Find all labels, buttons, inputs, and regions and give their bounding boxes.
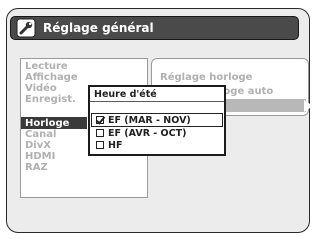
- arrow-right-icon: [304, 100, 313, 112]
- submenu-item-horloge-auto[interactable]: loge auto: [220, 86, 273, 97]
- checkbox-checked-icon[interactable]: [96, 116, 104, 124]
- menu-item-hdmi[interactable]: HDMI: [25, 151, 55, 162]
- menu-item-enregist[interactable]: Enregist.: [25, 94, 76, 105]
- checkbox-icon[interactable]: [96, 141, 104, 149]
- dialog-title: Heure d'été: [94, 89, 157, 100]
- submenu-item-reglage-horloge[interactable]: Réglage horloge: [160, 72, 252, 83]
- dst-option-hf[interactable]: HF: [96, 140, 122, 151]
- dst-option-label: EF (MAR - NOV): [108, 115, 191, 126]
- menu-item-divx[interactable]: DivX: [25, 140, 51, 151]
- settings-screen: Réglage général Lecture Affichage Vidéo …: [0, 0, 322, 242]
- menu-item-lecture[interactable]: Lecture: [25, 61, 68, 72]
- page-title: Réglage général: [43, 21, 154, 35]
- menu-item-raz[interactable]: RAZ: [25, 162, 48, 173]
- menu-item-horloge[interactable]: Horloge: [25, 118, 69, 129]
- dst-option-avr-oct[interactable]: EF (AVR - OCT): [96, 128, 186, 139]
- checkbox-icon[interactable]: [96, 129, 104, 137]
- dst-option-label: HF: [108, 140, 123, 151]
- wrench-icon: [16, 18, 36, 38]
- dst-option-mar-nov[interactable]: EF (MAR - NOV): [96, 115, 191, 126]
- menu-item-video[interactable]: Vidéo: [25, 83, 57, 94]
- dst-option-label: EF (AVR - OCT): [108, 128, 187, 139]
- menu-item-affichage[interactable]: Affichage: [25, 72, 78, 83]
- menu-item-canal[interactable]: Canal: [25, 129, 56, 140]
